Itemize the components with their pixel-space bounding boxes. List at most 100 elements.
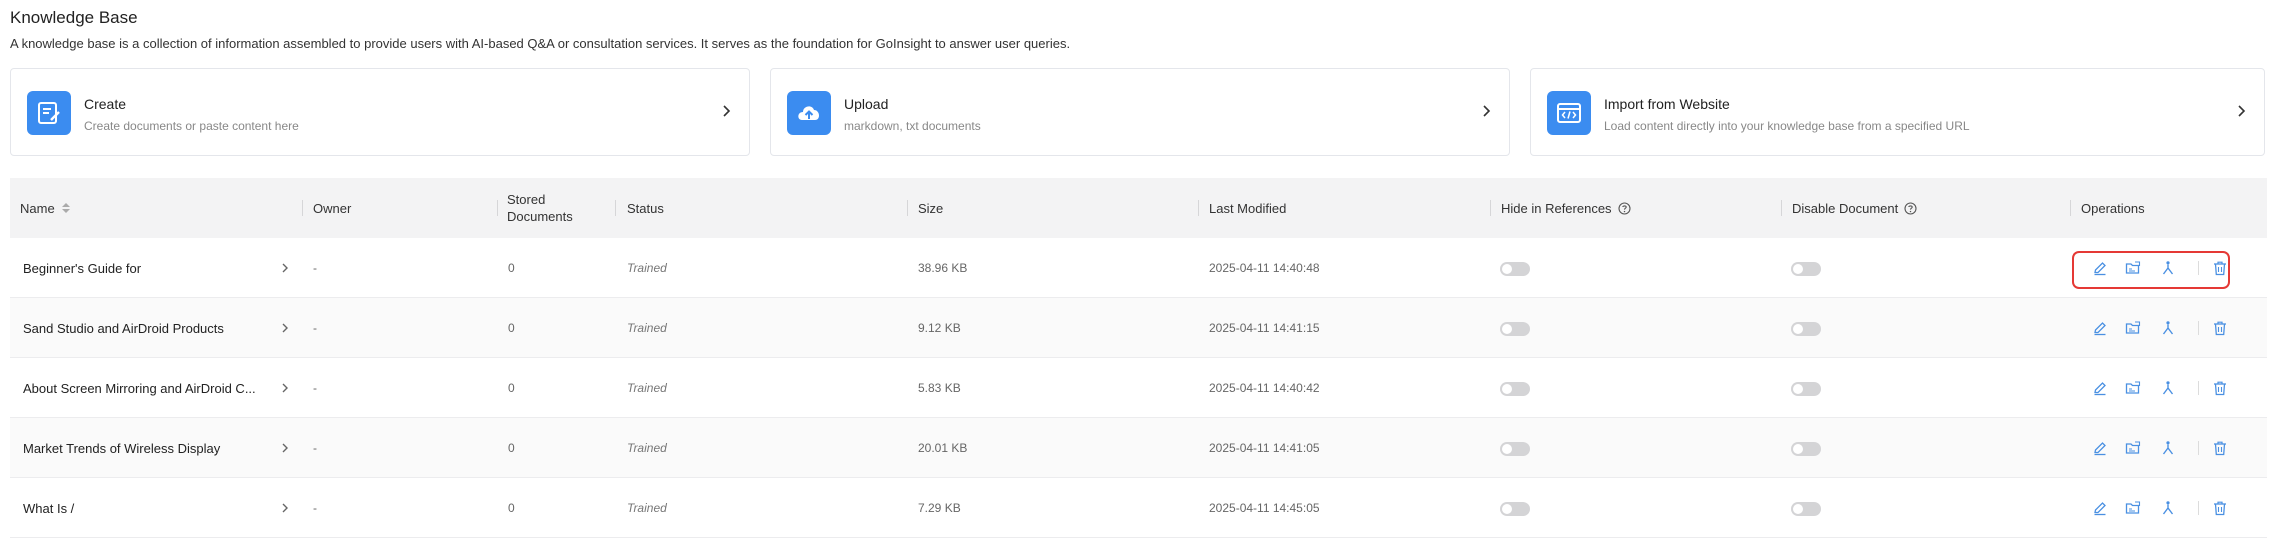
column-header-disable-document: Disable Document	[1792, 178, 1917, 238]
table-row: Beginner's Guide for - 0 Trained 38.96 K…	[10, 238, 2267, 298]
upload-card[interactable]: Upload markdown, txt documents	[770, 68, 1510, 156]
column-divider	[1781, 200, 1782, 216]
document-owner: -	[313, 441, 317, 455]
status-text: Trained	[627, 441, 667, 455]
column-divider	[497, 200, 498, 216]
status-text: Trained	[627, 381, 667, 395]
edit-icon[interactable]	[2092, 500, 2108, 516]
chevron-right-icon[interactable]	[280, 478, 290, 538]
table-row: About Screen Mirroring and AirDroid C...…	[10, 358, 2267, 418]
document-name[interactable]: What Is /	[23, 478, 74, 538]
documents-table: Name Owner Stored Documents Status Size …	[10, 178, 2267, 558]
hide-in-references-toggle[interactable]	[1500, 262, 1530, 276]
help-icon[interactable]	[1618, 201, 1631, 215]
web-code-icon	[1547, 91, 1591, 135]
disable-document-toggle[interactable]	[1791, 322, 1821, 336]
knowledge-base-page: Knowledge Base A knowledge base is a col…	[0, 0, 2275, 558]
column-divider	[302, 200, 303, 216]
edit-icon[interactable]	[2092, 320, 2108, 336]
divider	[2198, 501, 2199, 515]
document-owner: -	[313, 501, 317, 515]
stored-documents-count: 0	[508, 441, 515, 455]
split-icon[interactable]	[2160, 380, 2176, 396]
document-owner: -	[313, 381, 317, 395]
card-title: Upload	[844, 96, 889, 112]
column-divider	[615, 200, 616, 216]
card-title: Import from Website	[1604, 96, 1730, 112]
chevron-right-icon	[723, 105, 731, 117]
stored-documents-count: 0	[508, 261, 515, 275]
document-name[interactable]: Sand Studio and AirDroid Products	[23, 298, 224, 358]
disable-document-toggle[interactable]	[1791, 502, 1821, 516]
cloud-upload-icon	[787, 91, 831, 135]
split-icon[interactable]	[2160, 440, 2176, 456]
chevron-right-icon[interactable]	[280, 358, 290, 418]
disable-document-toggle[interactable]	[1791, 262, 1821, 276]
row-operations	[2080, 298, 2240, 358]
split-icon[interactable]	[2160, 320, 2176, 336]
action-cards: Create Create documents or paste content…	[10, 68, 2265, 156]
import-website-card[interactable]: Import from Website Load content directl…	[1530, 68, 2265, 156]
divider	[2198, 381, 2199, 395]
hide-in-references-toggle[interactable]	[1500, 382, 1530, 396]
card-subtitle: Load content directly into your knowledg…	[1604, 119, 1970, 133]
trash-icon[interactable]	[2212, 380, 2228, 396]
last-modified-time: 2025-04-11 14:40:42	[1209, 381, 1320, 395]
document-size: 20.01 KB	[918, 441, 968, 455]
column-divider	[907, 200, 908, 216]
chevron-right-icon[interactable]	[280, 298, 290, 358]
table-header: Name Owner Stored Documents Status Size …	[10, 178, 2267, 238]
table-row: What Is / - 0 Trained 7.29 KB 2025-04-11…	[10, 478, 2267, 538]
stored-documents-count: 0	[508, 321, 515, 335]
sort-icon[interactable]	[61, 201, 71, 215]
create-card[interactable]: Create Create documents or paste content…	[10, 68, 750, 156]
document-owner: -	[313, 261, 317, 275]
disable-document-toggle[interactable]	[1791, 382, 1821, 396]
column-label: Stored	[507, 192, 546, 207]
document-name[interactable]: Beginner's Guide for	[23, 238, 141, 298]
column-divider	[2070, 200, 2071, 216]
split-icon[interactable]	[2160, 500, 2176, 516]
document-name[interactable]: Market Trends of Wireless Display	[23, 418, 220, 478]
stored-documents-count: 0	[508, 381, 515, 395]
column-label: Name	[20, 200, 55, 216]
document-name[interactable]: About Screen Mirroring and AirDroid C...	[23, 358, 256, 418]
document-owner: -	[313, 321, 317, 335]
column-divider	[1490, 200, 1491, 216]
hide-in-references-toggle[interactable]	[1500, 502, 1530, 516]
page-title: Knowledge Base	[10, 8, 138, 27]
trash-icon[interactable]	[2212, 320, 2228, 336]
help-icon[interactable]	[1904, 201, 1917, 215]
table-row: Market Trends of Wireless Display - 0 Tr…	[10, 418, 2267, 478]
edit-icon[interactable]	[2092, 380, 2108, 396]
chevron-right-icon[interactable]	[280, 238, 290, 298]
column-divider	[1198, 200, 1199, 216]
row-operations	[2080, 358, 2240, 418]
document-size: 9.12 KB	[918, 321, 961, 335]
status-text: Trained	[627, 501, 667, 515]
edit-icon[interactable]	[2092, 440, 2108, 456]
folder-open-icon[interactable]	[2125, 440, 2141, 456]
table-row: Sand Studio and AirDroid Products - 0 Tr…	[10, 298, 2267, 358]
chevron-right-icon	[1483, 105, 1491, 117]
column-header-name[interactable]: Name	[20, 178, 71, 238]
status-text: Trained	[627, 321, 667, 335]
folder-open-icon[interactable]	[2125, 320, 2141, 336]
row-operations	[2080, 418, 2240, 478]
page-description: A knowledge base is a collection of info…	[10, 36, 1071, 51]
last-modified-time: 2025-04-11 14:40:48	[1209, 261, 1320, 275]
trash-icon[interactable]	[2212, 500, 2228, 516]
chevron-right-icon[interactable]	[280, 418, 290, 478]
folder-open-icon[interactable]	[2125, 500, 2141, 516]
divider	[2198, 321, 2199, 335]
trash-icon[interactable]	[2212, 440, 2228, 456]
hide-in-references-toggle[interactable]	[1500, 442, 1530, 456]
disable-document-toggle[interactable]	[1791, 442, 1821, 456]
column-header-last-modified: Last Modified	[1209, 200, 1287, 216]
column-header-size: Size	[918, 200, 944, 216]
card-subtitle: markdown, txt documents	[844, 119, 981, 133]
column-header-hide-in-references: Hide in References	[1501, 178, 1631, 238]
folder-open-icon[interactable]	[2125, 380, 2141, 396]
last-modified-time: 2025-04-11 14:41:15	[1209, 321, 1320, 335]
hide-in-references-toggle[interactable]	[1500, 322, 1530, 336]
